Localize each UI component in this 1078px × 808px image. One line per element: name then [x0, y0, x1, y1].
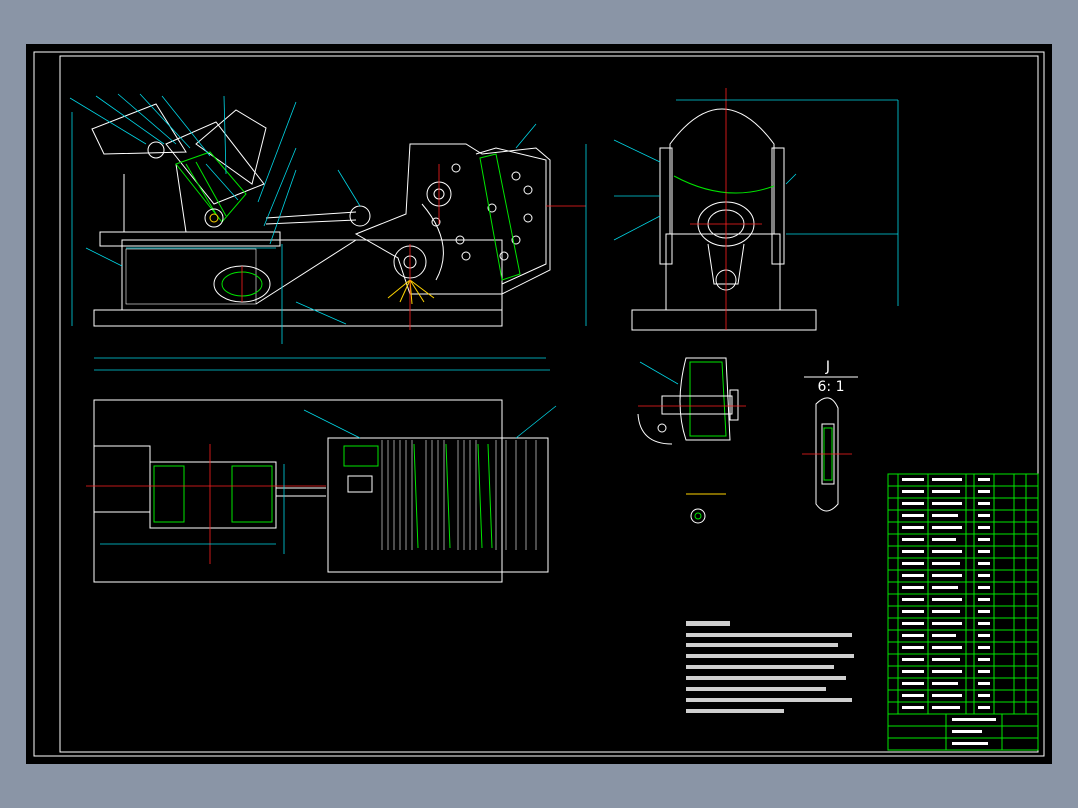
- drawing-outer-border: [33, 51, 1045, 757]
- top-view: [86, 399, 557, 583]
- side-view: [613, 88, 899, 331]
- title-block-grid[interactable]: [887, 473, 1039, 751]
- drawing-inner-border: [59, 55, 1039, 753]
- detail-j-scale: 6: 1: [818, 379, 845, 395]
- bom-entries: [902, 478, 996, 745]
- section-detail: [637, 357, 746, 524]
- detail-j-view: J 6: 1: [802, 359, 858, 512]
- cad-viewport[interactable]: J 6: 1: [26, 44, 1052, 764]
- technical-notes: [686, 621, 854, 713]
- front-view: [69, 93, 587, 371]
- detail-j-letter: J: [825, 359, 830, 375]
